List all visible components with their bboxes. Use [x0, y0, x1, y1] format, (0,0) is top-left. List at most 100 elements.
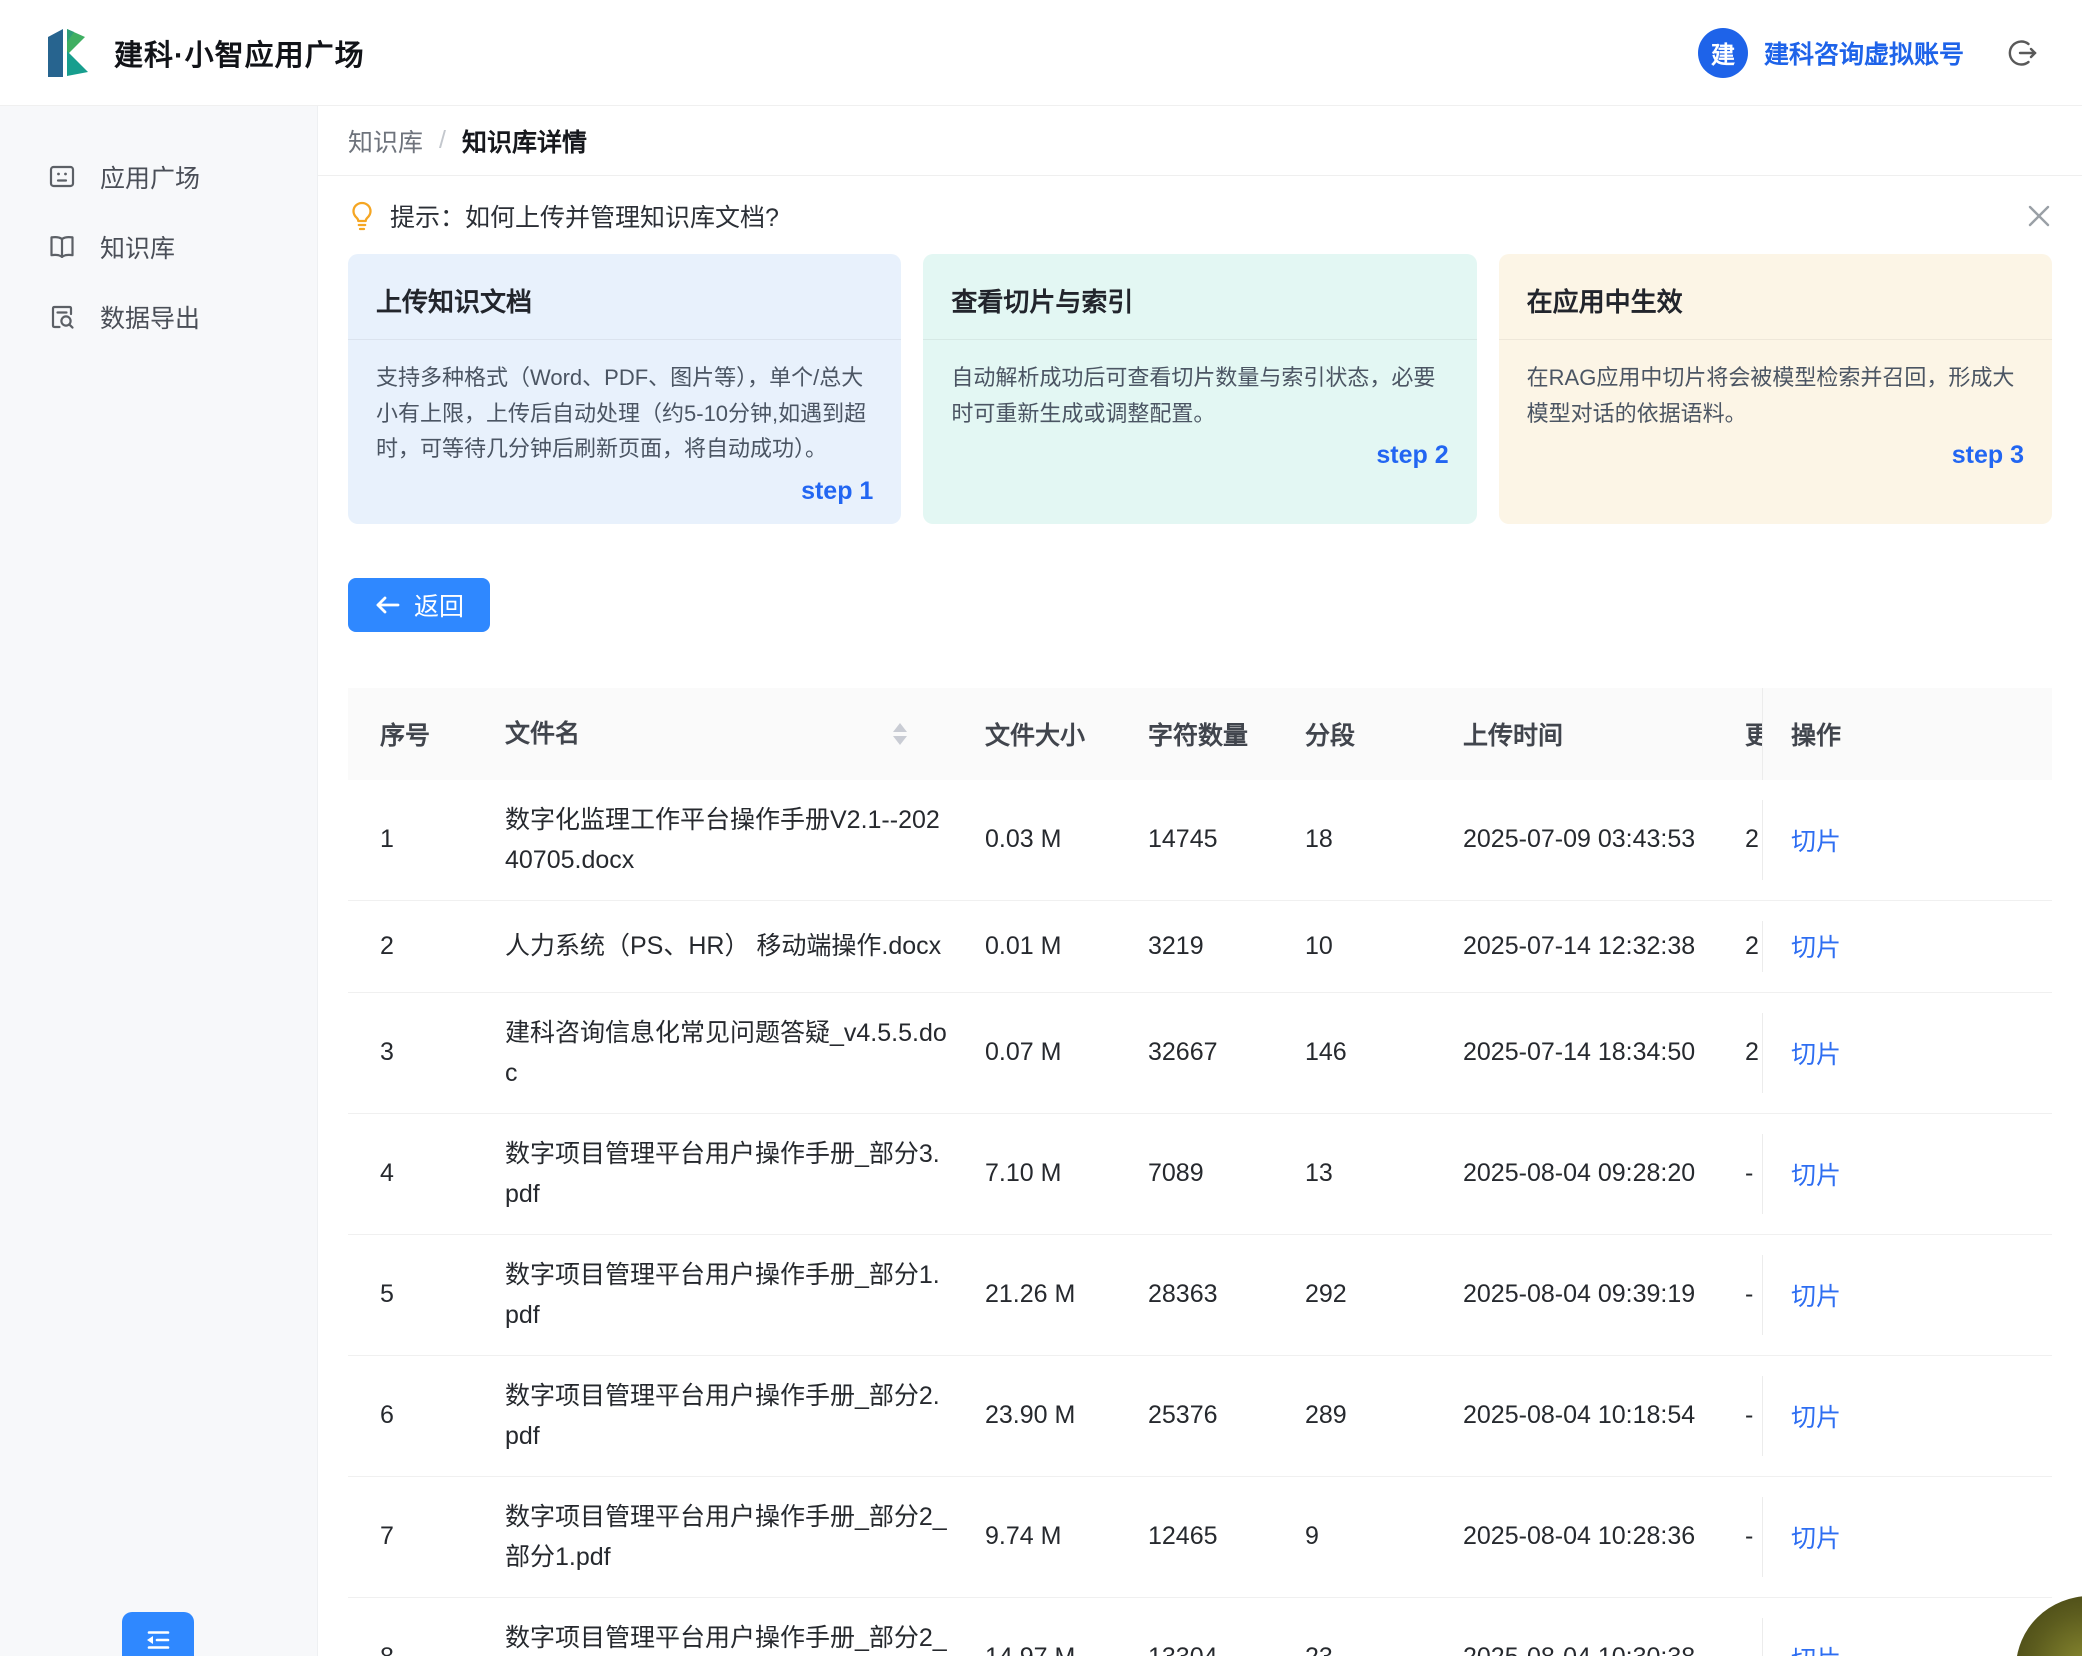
slice-link[interactable]: 切片	[1791, 822, 1841, 858]
arrow-left-icon	[374, 594, 400, 616]
sidebar: 应用广场 知识库	[0, 106, 318, 1656]
step-card-apply: 在应用中生效 在RAG应用中切片将会被模型检索并召回，形成大模型对话的依据语料。…	[1499, 254, 2052, 524]
cell-filesize: 14.97 M	[985, 1643, 1148, 1656]
collapse-sidebar-button[interactable]	[122, 1612, 194, 1656]
cell-segments: 292	[1305, 1280, 1463, 1309]
cell-index: 2	[348, 932, 505, 961]
card-title: 在应用中生效	[1499, 254, 2052, 340]
cell-filename: 数字化监理工作平台操作手册V2.1--20240705.docx	[505, 800, 985, 880]
cell-charcount: 28363	[1148, 1280, 1305, 1309]
cell-uploaded: 2025-08-04 09:39:19	[1463, 1280, 1745, 1309]
main-content: 知识库 / 知识库详情 提示：如何上传并管理知识库文档?	[318, 106, 2082, 1656]
cell-actions: 切片	[1762, 1255, 2052, 1335]
book-icon	[46, 231, 78, 263]
sort-control[interactable]	[893, 723, 907, 745]
cell-filename: 人力系统（PS、HR） 移动端操作.docx	[505, 926, 985, 966]
col-header-index: 序号	[348, 716, 505, 752]
cell-segments: 23	[1305, 1643, 1463, 1656]
cell-filename: 数字项目管理平台用户操作手册_部分2_部分1.pdf	[505, 1497, 985, 1577]
cell-filesize: 0.03 M	[985, 825, 1148, 854]
cell-uploaded: 2025-07-14 18:34:50	[1463, 1038, 1745, 1067]
cell-filesize: 7.10 M	[985, 1159, 1148, 1188]
collapse-sidebar-icon	[142, 1624, 174, 1656]
cell-filesize: 23.90 M	[985, 1401, 1148, 1430]
sidebar-item-data-export[interactable]: 数据导出	[0, 282, 317, 352]
logout-icon[interactable]	[2006, 37, 2038, 69]
cell-filesize: 0.07 M	[985, 1038, 1148, 1067]
card-body: 在RAG应用中切片将会被模型检索并召回，形成大模型对话的依据语料。	[1499, 340, 2052, 431]
sidebar-item-app-plaza[interactable]: 应用广场	[0, 142, 317, 212]
close-icon[interactable]	[2026, 203, 2052, 229]
slice-link[interactable]: 切片	[1791, 1519, 1841, 1555]
brand-logo-icon	[48, 28, 94, 78]
table-row: 7 数字项目管理平台用户操作手册_部分2_部分1.pdf 9.74 M 1246…	[348, 1477, 2052, 1598]
sidebar-item-label: 数据导出	[100, 299, 200, 335]
col-header-uploaded: 上传时间	[1463, 716, 1745, 752]
slice-link[interactable]: 切片	[1791, 1398, 1841, 1434]
table-row: 1 数字化监理工作平台操作手册V2.1--20240705.docx 0.03 …	[348, 780, 2052, 901]
card-body: 自动解析成功后可查看切片数量与索引状态，必要时可重新生成或调整配置。	[923, 340, 1476, 431]
col-header-segments: 分段	[1305, 716, 1463, 752]
cell-uploaded: 2025-08-04 10:28:36	[1463, 1522, 1745, 1551]
table-row: 3 建科咨询信息化常见问题答疑_v4.5.5.doc 0.07 M 32667 …	[348, 993, 2052, 1114]
cell-actions: 切片	[1762, 1618, 2052, 1656]
cell-filename: 建科咨询信息化常见问题答疑_v4.5.5.doc	[505, 1013, 985, 1093]
cell-clipped: -	[1745, 1159, 1762, 1188]
card-body: 支持多种格式（Word、PDF、图片等），单个/总大小有上限，上传后自动处理（约…	[348, 340, 901, 467]
cell-clipped: -	[1745, 1280, 1762, 1309]
cell-charcount: 32667	[1148, 1038, 1305, 1067]
cell-uploaded: 2025-08-04 10:30:38	[1463, 1643, 1745, 1656]
slice-link[interactable]: 切片	[1791, 928, 1841, 964]
cell-uploaded: 2025-08-04 09:28:20	[1463, 1159, 1745, 1188]
cell-index: 1	[348, 825, 505, 854]
breadcrumb-separator: /	[439, 126, 446, 155]
table-body: 1 数字化监理工作平台操作手册V2.1--20240705.docx 0.03 …	[348, 780, 2052, 1656]
cell-filename: 数字项目管理平台用户操作手册_部分3.pdf	[505, 1134, 985, 1214]
cell-filesize: 21.26 M	[985, 1280, 1148, 1309]
col-header-filename-label: 文件名	[505, 714, 580, 754]
breadcrumb-parent-link[interactable]: 知识库	[348, 123, 423, 159]
cell-clipped: -	[1745, 1643, 1762, 1656]
cell-index: 8	[348, 1643, 505, 1656]
cell-index: 3	[348, 1038, 505, 1067]
cell-segments: 146	[1305, 1038, 1463, 1067]
documents-table: 序号 文件名 文件大小 字符数量 分段 上传时间 更 操作 1 数字化监理工作平…	[348, 688, 2052, 1656]
cell-filename: 数字项目管理平台用户操作手册_部分2_部分22.pdf	[505, 1618, 985, 1656]
step-label: step 3	[1499, 431, 2052, 488]
slice-link[interactable]: 切片	[1791, 1640, 1841, 1656]
cell-uploaded: 2025-08-04 10:18:54	[1463, 1401, 1745, 1430]
card-title: 上传知识文档	[348, 254, 901, 340]
cell-segments: 18	[1305, 825, 1463, 854]
cell-charcount: 14745	[1148, 825, 1305, 854]
cell-actions: 切片	[1762, 1134, 2052, 1214]
step-label: step 2	[923, 431, 1476, 488]
cell-charcount: 12465	[1148, 1522, 1305, 1551]
table-row: 5 数字项目管理平台用户操作手册_部分1.pdf 21.26 M 28363 2…	[348, 1235, 2052, 1356]
col-header-actions: 操作	[1762, 688, 2052, 780]
step-cards: 上传知识文档 支持多种格式（Word、PDF、图片等），单个/总大小有上限，上传…	[348, 254, 2052, 524]
step-card-slices: 查看切片与索引 自动解析成功后可查看切片数量与索引状态，必要时可重新生成或调整配…	[923, 254, 1476, 524]
cell-actions: 切片	[1762, 1497, 2052, 1577]
col-header-filename: 文件名	[505, 714, 985, 754]
back-button[interactable]: 返回	[348, 578, 490, 632]
avatar: 建	[1698, 28, 1748, 78]
table-header-row: 序号 文件名 文件大小 字符数量 分段 上传时间 更 操作	[348, 688, 2052, 780]
cell-actions: 切片	[1762, 800, 2052, 880]
app-window: 建科·小智应用广场 建 建科咨询虚拟账号	[0, 0, 2082, 1656]
cell-segments: 9	[1305, 1522, 1463, 1551]
slice-link[interactable]: 切片	[1791, 1277, 1841, 1313]
card-title: 查看切片与索引	[923, 254, 1476, 340]
tip-text: 提示：如何上传并管理知识库文档?	[390, 198, 779, 234]
cell-actions: 切片	[1762, 1376, 2052, 1456]
slice-link[interactable]: 切片	[1791, 1156, 1841, 1192]
user-menu[interactable]: 建 建科咨询虚拟账号	[1698, 28, 2038, 78]
cell-actions: 切片	[1762, 1013, 2052, 1093]
lightbulb-icon	[348, 200, 376, 232]
sidebar-item-knowledge-base[interactable]: 知识库	[0, 212, 317, 282]
cell-segments: 10	[1305, 932, 1463, 961]
sidebar-item-label: 应用广场	[100, 159, 200, 195]
slice-link[interactable]: 切片	[1791, 1035, 1841, 1071]
cell-clipped: -	[1745, 1522, 1762, 1551]
cell-filename: 数字项目管理平台用户操作手册_部分1.pdf	[505, 1255, 985, 1335]
app-title: 建科·小智应用广场	[114, 32, 365, 74]
